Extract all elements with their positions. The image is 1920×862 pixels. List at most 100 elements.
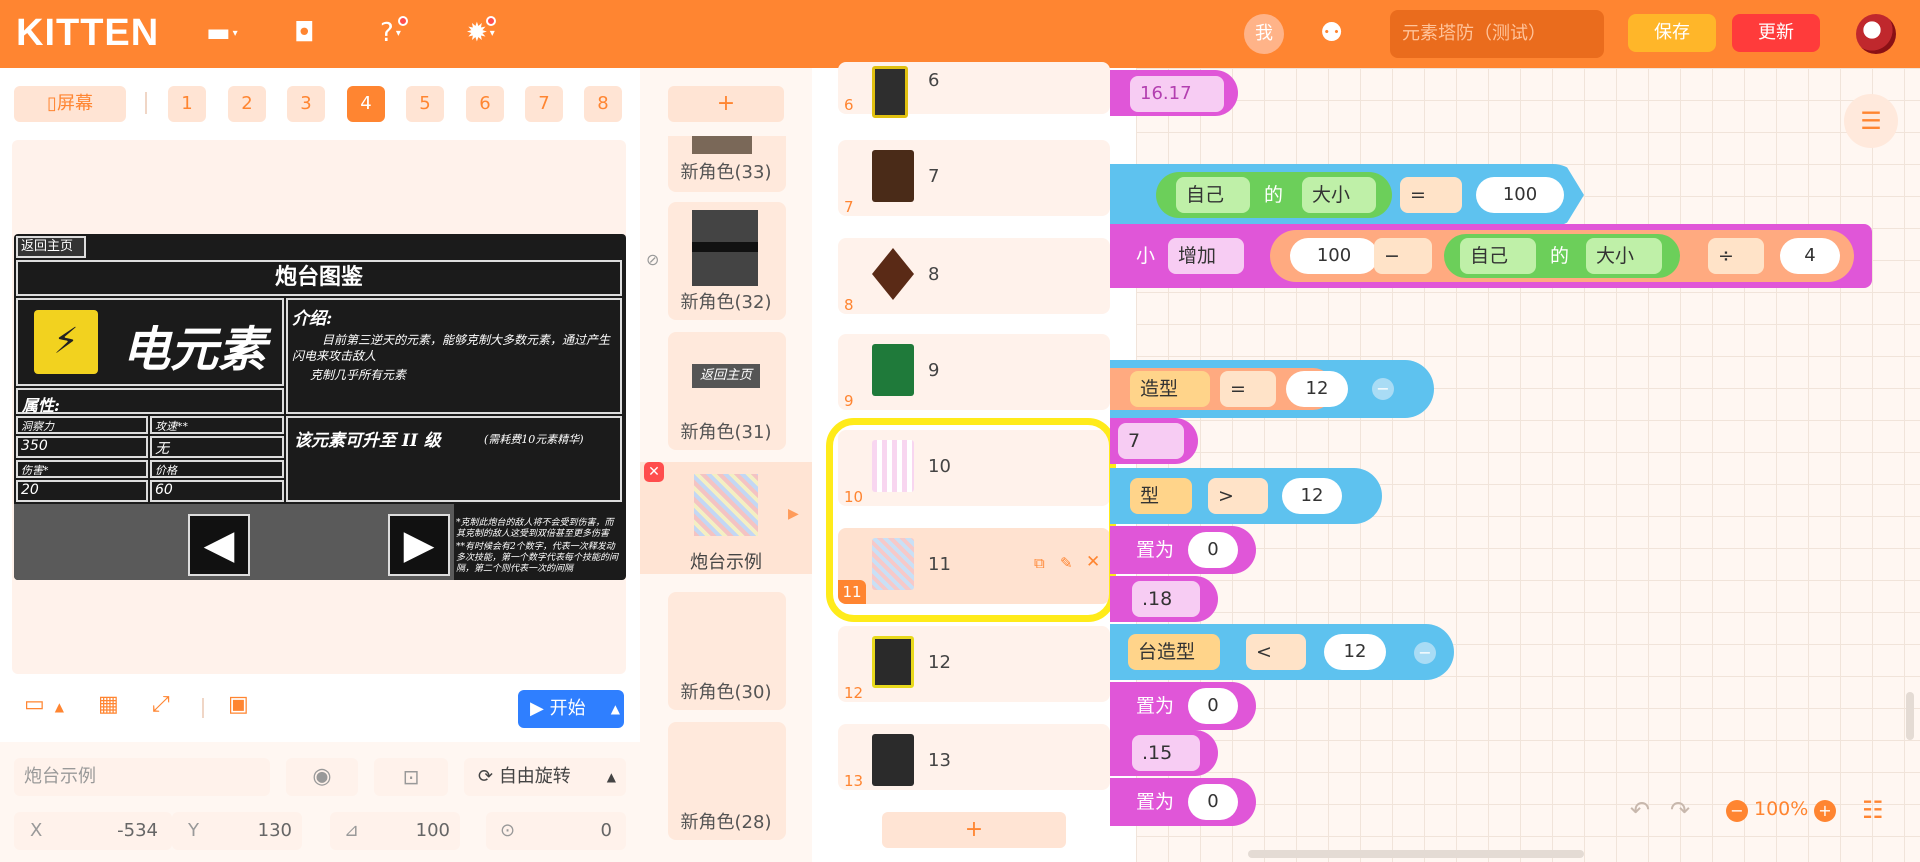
value-input[interactable]: 12	[1282, 478, 1342, 514]
operator-dropdown[interactable]: ÷	[1708, 238, 1764, 274]
value-input[interactable]: 12	[1286, 371, 1348, 407]
game-screen[interactable]: 返回主页 炮台图鉴 ⚡ 电元素 介绍: 目前第三逆天的元素，能够克制大多数元素，…	[14, 234, 626, 580]
condition-block[interactable]: 造型 = 12 −	[1110, 360, 1434, 418]
folder-icon[interactable]: ▬ ▾	[206, 18, 238, 49]
settings-gear-icon[interactable]: ✹ ▾	[466, 16, 496, 49]
value-dropdown[interactable]: .15	[1132, 735, 1200, 771]
previous-arrow-button[interactable]: ◀	[188, 514, 250, 576]
visibility-eye-icon[interactable]: ◉	[286, 758, 358, 796]
back-home-button[interactable]: 返回主页	[16, 236, 86, 258]
target-dropdown[interactable]: 自己	[1176, 177, 1250, 213]
value-dropdown[interactable]: 16.17	[1130, 76, 1224, 112]
costume-item[interactable]: 66	[838, 62, 1110, 118]
value-input[interactable]: 0	[1188, 688, 1238, 724]
value-input[interactable]: 100	[1476, 177, 1564, 213]
redo-icon[interactable]: ↷	[1670, 796, 1690, 824]
align-blocks-icon[interactable]: ☷	[1862, 796, 1884, 824]
add-costume-button[interactable]: +	[882, 812, 1066, 848]
user-avatar[interactable]	[1856, 14, 1896, 54]
start-dropdown-icon[interactable]: ▲	[611, 690, 620, 728]
costume-dropdown[interactable]: 造型	[1130, 371, 1210, 407]
value-dropdown[interactable]: 7	[1118, 423, 1184, 459]
costume-item[interactable]: 88	[838, 238, 1110, 314]
code-block[interactable]: .15	[1110, 730, 1218, 776]
value-dropdown[interactable]: .18	[1132, 581, 1200, 617]
rotation-mode-select[interactable]: ⟳ 自由旋转 ▲	[464, 758, 626, 796]
hidden-eye-icon[interactable]: ⊘	[646, 250, 659, 269]
code-block[interactable]: .18	[1110, 576, 1218, 622]
remove-condition-icon[interactable]: −	[1372, 378, 1394, 400]
zoom-out-icon[interactable]: −	[1726, 800, 1748, 822]
kitten-logo[interactable]: KITTEN	[16, 12, 159, 55]
start-button[interactable]: ▶ 开始 ▲	[518, 690, 624, 728]
horizontal-scrollbar[interactable]	[1248, 850, 1584, 858]
project-name-input[interactable]: 元素塔防（测试）	[1390, 10, 1604, 58]
screen-tab-6[interactable]: 6	[466, 86, 504, 122]
operator-dropdown[interactable]: >	[1208, 478, 1268, 514]
change-size-block[interactable]: 小 增加 100 − 自己 的 大小 ÷ 4	[1110, 224, 1872, 288]
rotate-icon: ⟳	[478, 766, 499, 787]
direction-field[interactable]: ⊙ 0	[486, 812, 626, 850]
condition-block[interactable]: 型 > 12	[1110, 468, 1382, 524]
set-value-block[interactable]: 置为 0	[1110, 682, 1256, 730]
target-dropdown[interactable]: 自己	[1460, 238, 1536, 274]
set-value-block[interactable]: 置为 0	[1110, 526, 1256, 574]
action-dropdown[interactable]: 增加	[1168, 238, 1244, 274]
screen-tab-4[interactable]: 4	[347, 86, 385, 122]
size-field[interactable]: ⊿ 100	[330, 812, 460, 850]
operator-dropdown[interactable]: <	[1246, 634, 1306, 670]
stage-size-icon[interactable]: ▭ ▲	[24, 692, 64, 717]
costume-item[interactable]: 99	[838, 334, 1110, 410]
operator-dropdown[interactable]: =	[1400, 177, 1462, 213]
x-position-field[interactable]: X -534	[14, 812, 172, 850]
screen-tab-2[interactable]: 2	[228, 86, 266, 122]
costume-item[interactable]: 13 13	[838, 724, 1110, 790]
code-block[interactable]: 16.17	[1110, 70, 1238, 116]
undo-icon[interactable]: ↶	[1630, 796, 1650, 824]
costume-item[interactable]: 12 12	[838, 626, 1110, 702]
backpack-icon[interactable]: ◘	[294, 18, 315, 48]
value-input[interactable]: 12	[1324, 634, 1386, 670]
property-dropdown[interactable]: 大小	[1586, 238, 1662, 274]
set-value-block[interactable]: 置为 0	[1110, 778, 1256, 826]
fullscreen-icon[interactable]: ⤢	[152, 692, 170, 717]
next-arrow-button[interactable]: ▶	[388, 514, 450, 576]
costume-item[interactable]: 77	[838, 140, 1110, 216]
screen-tab-5[interactable]: 5	[406, 86, 444, 122]
add-sprite-button[interactable]: +	[668, 86, 784, 122]
value-input[interactable]: 100	[1290, 238, 1378, 274]
operator-dropdown[interactable]: −	[1374, 238, 1432, 274]
value-input[interactable]: 0	[1188, 532, 1238, 568]
delete-sprite-icon[interactable]: ✕	[644, 462, 664, 482]
save-button[interactable]: 保存	[1628, 14, 1716, 52]
property-dropdown[interactable]: 大小	[1302, 177, 1376, 213]
screen-tab-8[interactable]: 8	[584, 86, 622, 122]
code-block[interactable]: 7	[1110, 418, 1198, 464]
grid-icon[interactable]: ▦	[98, 692, 119, 717]
costume-dropdown[interactable]: 型	[1130, 478, 1192, 514]
help-icon[interactable]: ? ▾	[380, 16, 408, 49]
add-collaborator-icon[interactable]: ⚉	[1320, 18, 1343, 48]
screen-tab-7[interactable]: 7	[525, 86, 563, 122]
my-account-button[interactable]: 我	[1244, 14, 1284, 54]
preview-icon[interactable]: ▣	[228, 692, 249, 717]
value-input[interactable]: 4	[1780, 238, 1840, 274]
y-position-field[interactable]: Y 130	[172, 812, 302, 850]
screen-button[interactable]: ▯屏幕	[14, 86, 126, 122]
stat-label-attack-speed: 攻速**	[150, 416, 284, 434]
y-value: 130	[257, 820, 292, 841]
update-button[interactable]: 更新	[1732, 14, 1820, 52]
screen-tab-1[interactable]: 1	[168, 86, 206, 122]
value-input[interactable]: 0	[1188, 784, 1238, 820]
sprite-name-input[interactable]: 炮台示例	[14, 758, 270, 796]
search-blocks-icon[interactable]: ☰	[1844, 94, 1898, 148]
vertical-scrollbar[interactable]	[1906, 692, 1914, 740]
condition-block[interactable]: 自己 的 大小 = 100	[1110, 164, 1584, 226]
condition-block[interactable]: 台造型 < 12 −	[1110, 624, 1454, 680]
lock-icon[interactable]: ⊡	[374, 758, 448, 796]
screen-tab-3[interactable]: 3	[287, 86, 325, 122]
zoom-in-icon[interactable]: +	[1814, 800, 1836, 822]
operator-dropdown[interactable]: =	[1220, 371, 1276, 407]
costume-dropdown[interactable]: 台造型	[1128, 634, 1220, 670]
remove-condition-icon[interactable]: −	[1414, 642, 1436, 664]
